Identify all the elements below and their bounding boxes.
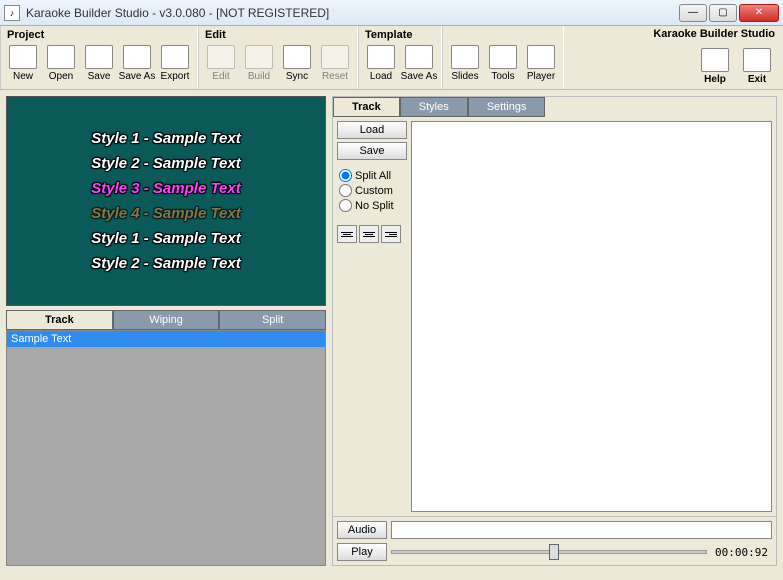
help-button[interactable]: Help: [697, 46, 733, 87]
align-buttons: [337, 225, 407, 243]
main-area: Style 1 - Sample Text Style 2 - Sample T…: [0, 90, 783, 572]
lyrics-editor[interactable]: [411, 121, 772, 512]
help-icon: [701, 48, 729, 72]
template-saveas-icon: [405, 45, 433, 69]
toolbar-group-edit: Edit Edit Build Sync Reset: [198, 26, 358, 89]
align-left-button[interactable]: [337, 225, 357, 243]
audio-path-field[interactable]: [391, 521, 772, 539]
group-title-edit: Edit: [203, 28, 353, 43]
align-right-button[interactable]: [381, 225, 401, 243]
bottom-bar: Audio Play 00:00:92: [333, 516, 776, 565]
group-title-template: Template: [363, 28, 437, 43]
player-icon: [527, 45, 555, 69]
load-icon: [367, 45, 395, 69]
preview-line: Style 1 - Sample Text: [91, 230, 241, 247]
edit-button[interactable]: Edit: [203, 43, 239, 84]
toolbar-group-template: Template Load Save As: [358, 26, 442, 89]
preview-line: Style 1 - Sample Text: [91, 130, 241, 147]
radio-nosplit[interactable]: No Split: [339, 199, 407, 212]
toolbar-group-project: Project New Open Save Save As Export: [0, 26, 198, 89]
left-tabs: Track Wiping Split: [6, 310, 326, 330]
titlebar: ♪ Karaoke Builder Studio - v3.0.080 - [N…: [0, 0, 783, 26]
minimize-button[interactable]: —: [679, 4, 707, 22]
rtab-settings[interactable]: Settings: [468, 97, 546, 117]
player-button[interactable]: Player: [523, 43, 559, 84]
left-column: Style 1 - Sample Text Style 2 - Sample T…: [6, 96, 326, 566]
save-track-button[interactable]: Save: [337, 142, 407, 160]
build-button[interactable]: Build: [241, 43, 277, 84]
brand: Karaoke Builder Studio Help Exit: [645, 26, 783, 89]
edit-icon: [207, 45, 235, 69]
tab-track[interactable]: Track: [6, 310, 113, 330]
right-tabs: Track Styles Settings: [333, 97, 776, 117]
saveas-button[interactable]: Save As: [119, 43, 155, 84]
exit-button[interactable]: Exit: [739, 46, 775, 87]
template-load-button[interactable]: Load: [363, 43, 399, 84]
audio-button[interactable]: Audio: [337, 521, 387, 539]
sync-button[interactable]: Sync: [279, 43, 315, 84]
playback-slider[interactable]: [391, 543, 707, 561]
close-button[interactable]: ✕: [739, 4, 779, 22]
rtab-track[interactable]: Track: [333, 97, 400, 117]
right-side-panel: Load Save Split All Custom No Split: [337, 121, 407, 512]
save-icon: [85, 45, 113, 69]
preview-pane: Style 1 - Sample Text Style 2 - Sample T…: [6, 96, 326, 306]
reset-icon: [321, 45, 349, 69]
tools-icon: [489, 45, 517, 69]
tools-button[interactable]: Tools: [485, 43, 521, 84]
track-row[interactable]: Sample Text: [7, 331, 325, 347]
preview-line: Style 2 - Sample Text: [91, 255, 241, 272]
sync-icon: [283, 45, 311, 69]
tab-wiping[interactable]: Wiping: [113, 310, 220, 330]
group-title-project: Project: [5, 28, 193, 43]
align-center-button[interactable]: [359, 225, 379, 243]
toolbar-group-extra: Slides Tools Player: [442, 26, 564, 89]
load-track-button[interactable]: Load: [337, 121, 407, 139]
new-icon: [9, 45, 37, 69]
split-options: Split All Custom No Split: [337, 169, 407, 212]
play-button[interactable]: Play: [337, 543, 387, 561]
right-body: Load Save Split All Custom No Split: [333, 117, 776, 516]
new-button[interactable]: New: [5, 43, 41, 84]
slider-thumb[interactable]: [549, 544, 559, 560]
toolbar: Project New Open Save Save As Export Edi…: [0, 26, 783, 90]
radio-custom[interactable]: Custom: [339, 184, 407, 197]
build-icon: [245, 45, 273, 69]
maximize-button[interactable]: ▢: [709, 4, 737, 22]
export-icon: [161, 45, 189, 69]
slides-icon: [451, 45, 479, 69]
reset-button[interactable]: Reset: [317, 43, 353, 84]
window-title: Karaoke Builder Studio - v3.0.080 - [NOT…: [26, 6, 679, 20]
brand-text: Karaoke Builder Studio: [653, 28, 775, 40]
radio-splitall[interactable]: Split All: [339, 169, 407, 182]
app-icon: ♪: [4, 5, 20, 21]
slides-button[interactable]: Slides: [447, 43, 483, 84]
preview-line: Style 4 - Sample Text: [91, 205, 241, 222]
template-saveas-button[interactable]: Save As: [401, 43, 437, 84]
timecode: 00:00:92: [711, 546, 772, 559]
open-icon: [47, 45, 75, 69]
save-button[interactable]: Save: [81, 43, 117, 84]
preview-line: Style 3 - Sample Text: [91, 180, 241, 197]
tab-split[interactable]: Split: [219, 310, 326, 330]
saveas-icon: [123, 45, 151, 69]
export-button[interactable]: Export: [157, 43, 193, 84]
rtab-styles[interactable]: Styles: [400, 97, 468, 117]
open-button[interactable]: Open: [43, 43, 79, 84]
preview-line: Style 2 - Sample Text: [91, 155, 241, 172]
exit-icon: [743, 48, 771, 72]
right-column: Track Styles Settings Load Save Split Al…: [332, 96, 777, 566]
track-list[interactable]: Sample Text: [6, 330, 326, 566]
